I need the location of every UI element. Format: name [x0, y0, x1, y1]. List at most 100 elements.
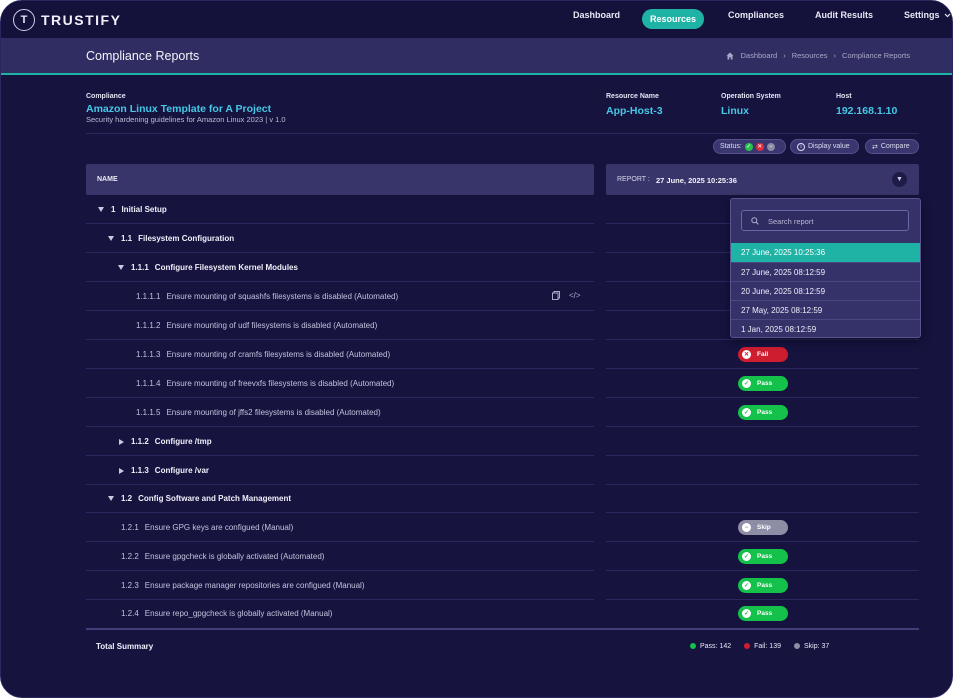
row-label: 1.2.2 Ensure gpgcheck is globally activat…: [121, 552, 324, 561]
summary-counts: Pass: 142 Fail: 139 Skip: 37: [690, 643, 829, 650]
row-title: Ensure repo_gpgcheck is globally activat…: [144, 609, 333, 618]
row-number: 1.2.4: [121, 609, 139, 618]
check-icon: ✓: [742, 609, 751, 618]
row-label: 1.2 Config Software and Patch Management: [108, 494, 291, 503]
nav-compliances[interactable]: Compliances: [728, 10, 784, 20]
resource-value[interactable]: App-Host-3: [606, 105, 663, 117]
row-title: Ensure package manager repositories are …: [144, 581, 365, 590]
status-badge[interactable]: ✓ Pass: [738, 578, 788, 593]
fail-dot-icon: [744, 643, 751, 650]
status-badge[interactable]: ✕ Fail: [738, 347, 788, 362]
table-row[interactable]: 1.2 Config Software and Patch Management: [86, 484, 919, 513]
page-header: Compliance Reports Dashboard › Resources…: [1, 38, 952, 75]
logo[interactable]: T TRUSTIFY: [13, 9, 121, 31]
nav-dashboard[interactable]: Dashboard: [573, 10, 620, 20]
row-label: 1.1.3 Configure /var: [119, 466, 209, 475]
row-title: Configure /tmp: [154, 437, 212, 446]
status-badge[interactable]: ✓ Pass: [738, 376, 788, 391]
status-badge-label: Pass: [757, 409, 773, 416]
summary-pass: Pass: 142: [690, 643, 731, 650]
table-row[interactable]: 1.2.2 Ensure gpgcheck is globally activat…: [86, 542, 919, 571]
close-icon: ✕: [742, 350, 751, 359]
nav-settings-label: Settings: [904, 10, 940, 20]
compare-button[interactable]: ⇄ Compare: [865, 139, 919, 154]
caret-right-icon[interactable]: [119, 467, 124, 474]
nav-settings[interactable]: Settings: [904, 10, 951, 20]
caret-down-icon[interactable]: [108, 496, 114, 502]
row-number: 1.1.1.1: [136, 292, 161, 301]
row-title: Ensure mounting of cramfs filesystems is…: [166, 350, 391, 359]
copy-icon[interactable]: [552, 291, 560, 300]
report-dropdown: 27 June, 2025 10:25:36 27 June, 2025 08:…: [730, 198, 921, 338]
row-title: Configure Filesystem Kernel Modules: [154, 263, 298, 272]
logo-text: TRUSTIFY: [41, 12, 122, 28]
table-row[interactable]: 1.1.2 Configure /tmp: [86, 427, 919, 456]
home-icon[interactable]: [726, 52, 734, 60]
table-row[interactable]: 1.1.1.3 Ensure mounting of cramfs filesys…: [86, 340, 919, 369]
table-row[interactable]: 1.1.1.4 Ensure mounting of freevxfs files…: [86, 369, 919, 398]
report-option[interactable]: 20 June, 2025 08:12:59: [731, 281, 920, 300]
nav-audit-results[interactable]: Audit Results: [815, 10, 873, 20]
row-number: 1.2.2: [121, 552, 139, 561]
row-actions: </>: [552, 291, 581, 300]
report-option[interactable]: 27 June, 2025 08:12:59: [731, 262, 920, 281]
row-title: Ensure mounting of udf filesystems is di…: [166, 321, 378, 330]
summary-skip: Skip: 37: [794, 643, 829, 650]
report-selector[interactable]: REPORT : 27 June, 2025 10:25:36 ▼: [606, 164, 919, 195]
search-input[interactable]: [766, 213, 906, 230]
status-filter-label: Status:: [720, 143, 742, 150]
chevron-down-icon[interactable]: ▼: [892, 172, 907, 187]
row-title: Ensure mounting of squashfs filesystems …: [166, 292, 399, 301]
report-date: 27 June, 2025 10:25:36: [656, 176, 737, 185]
summary-title: Total Summary: [96, 642, 154, 651]
row-label: 1 Initial Setup: [98, 205, 167, 214]
status-badge[interactable]: ✓ Pass: [738, 606, 788, 621]
app-window: T TRUSTIFY Dashboard Resources Complianc…: [0, 0, 953, 698]
row-number: 1.1: [121, 234, 133, 243]
compare-label: Compare: [880, 143, 910, 150]
report-option[interactable]: 1 Jan, 2025 08:12:59: [731, 319, 920, 338]
table-row[interactable]: 1.2.3 Ensure package manager repositories…: [86, 571, 919, 600]
table-row[interactable]: 1.2.4 Ensure repo_gpgcheck is globally ac…: [86, 599, 919, 628]
search-icon: [751, 217, 759, 225]
status-badge-label: Pass: [757, 380, 773, 387]
resource-label: Resource Name: [606, 93, 659, 100]
nav-resources[interactable]: Resources: [642, 9, 704, 29]
status-badge[interactable]: ✓ Pass: [738, 405, 788, 420]
display-value-label: Display value: [808, 143, 850, 150]
os-value: Linux: [721, 105, 749, 117]
compliance-name[interactable]: Amazon Linux Template for A Project: [86, 103, 271, 115]
status-badge-label: Pass: [757, 553, 773, 560]
display-value-button[interactable]: i Display value: [790, 139, 859, 154]
table-row[interactable]: 1.1.1.5 Ensure mounting of jffs2 filesyst…: [86, 398, 919, 427]
caret-down-icon[interactable]: [98, 207, 104, 213]
breadcrumb-dashboard[interactable]: Dashboard: [740, 51, 777, 60]
row-number: 1.1.1.2: [136, 321, 161, 330]
caret-down-icon[interactable]: [118, 265, 124, 271]
breadcrumb-current: Compliance Reports: [842, 51, 910, 60]
report-option[interactable]: 27 June, 2025 10:25:36: [731, 243, 920, 262]
breadcrumb-resources[interactable]: Resources: [792, 51, 828, 60]
row-label: 1.1.1.5 Ensure mounting of jffs2 filesyst…: [136, 408, 381, 417]
row-label: 1.1.1.4 Ensure mounting of freevxfs files…: [136, 379, 394, 388]
info-icon: i: [797, 142, 805, 151]
status-filter-chip[interactable]: Status: ✓ ✕ −: [713, 139, 786, 154]
report-option[interactable]: 27 May, 2025 08:12:59: [731, 300, 920, 319]
status-badge[interactable]: ✓ Pass: [738, 549, 788, 564]
code-icon[interactable]: </>: [569, 291, 581, 300]
table-row[interactable]: 1.1.3 Configure /var: [86, 456, 919, 485]
table-row[interactable]: 1.2.1 Ensure GPG keys are configued (Manu…: [86, 513, 919, 542]
row-number: 1.2.3: [121, 581, 139, 590]
status-badge[interactable]: − Skip: [738, 520, 788, 535]
row-number: 1: [111, 205, 116, 214]
report-label: REPORT :: [617, 176, 650, 183]
row-label: 1.1.1 Configure Filesystem Kernel Modules: [118, 263, 298, 272]
caret-down-icon[interactable]: [108, 236, 114, 242]
caret-right-icon[interactable]: [119, 438, 124, 445]
row-label: 1.2.3 Ensure package manager repositories…: [121, 581, 364, 590]
check-icon: ✓: [742, 408, 751, 417]
pass-dot-icon: [690, 643, 696, 650]
compare-icon: ⇄: [872, 143, 878, 151]
compliance-description: Security hardening guidelines for Amazon…: [86, 115, 286, 124]
row-label: 1.1.1.1 Ensure mounting of squashfs files…: [136, 292, 398, 301]
